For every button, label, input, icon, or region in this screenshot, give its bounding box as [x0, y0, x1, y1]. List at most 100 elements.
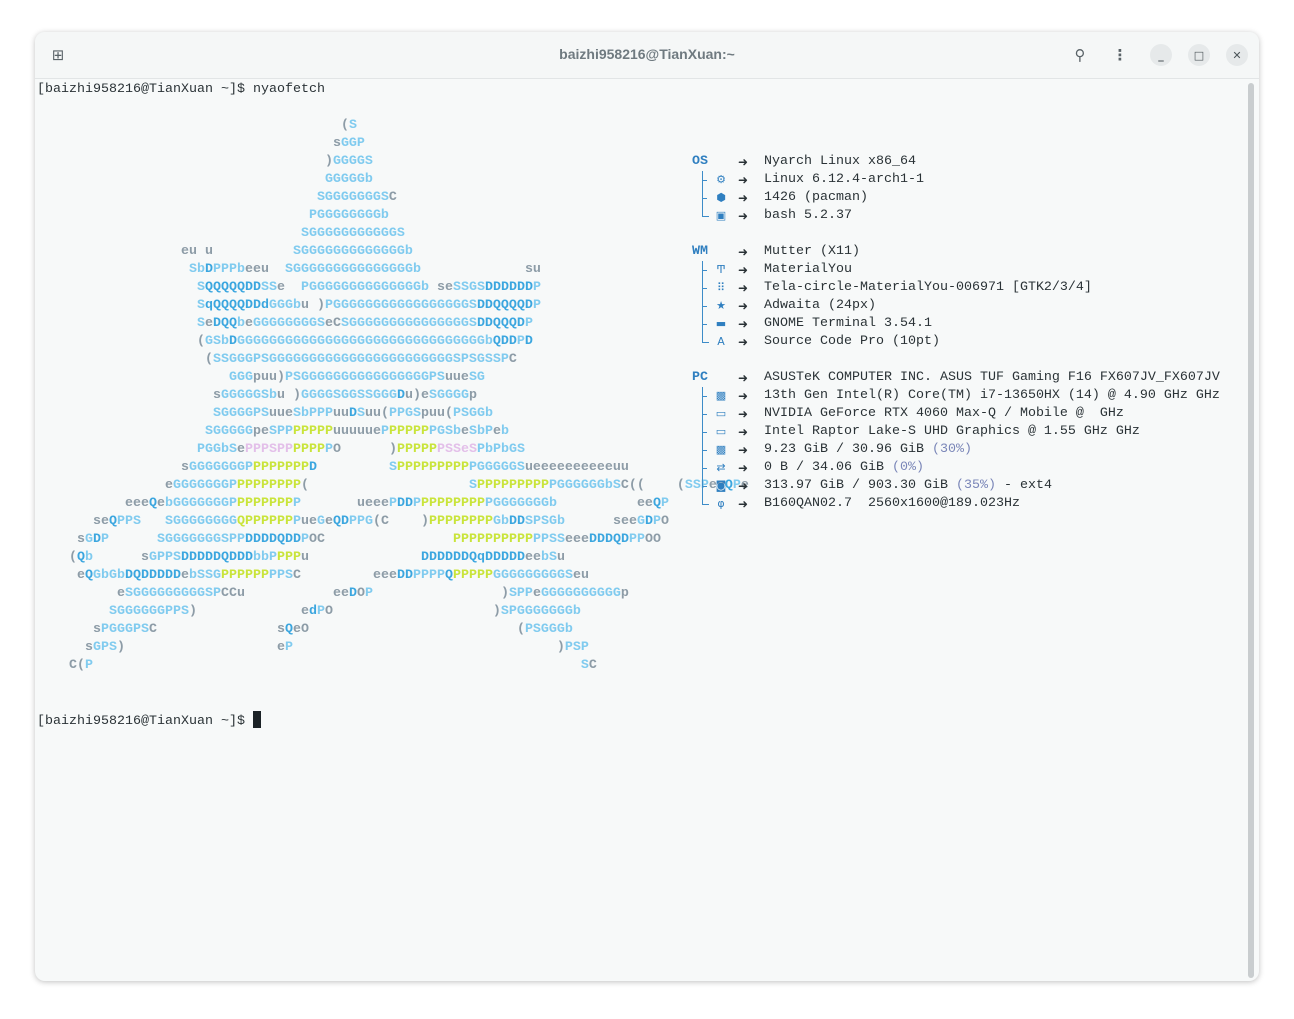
art-segment: GPPS: [149, 550, 181, 565]
art-segment: PSGGGb: [524, 622, 573, 637]
ascii-art-line: sGGGGGGGPPPPPPPPD SPPPPPPPPPPGGGGGSueeee…: [37, 459, 749, 477]
ascii-art-line: SGGGGGpeSPPPPPPPuuuuuePPPPPPPGSbeSbPeb: [37, 423, 749, 441]
info-value: MaterialYou: [764, 261, 852, 279]
art-segment: [37, 406, 213, 421]
art-segment: [333, 604, 493, 619]
grid-icon: ⠿: [716, 281, 726, 294]
art-segment: C: [388, 190, 397, 205]
arrow-icon: ➜: [738, 281, 749, 295]
ascii-art-line: eQGbGbDQDDDDDebSSGPPPPPPPPSC eeeDDPPPPQP…: [37, 567, 749, 585]
info-text: Tela-circle-MaterialYou-006971 [GTK2/3/4…: [764, 280, 1092, 295]
art-segment: SbPPP: [292, 406, 333, 421]
info-label: PC: [692, 370, 708, 385]
info-value: 13th Gen Intel(R) Core(TM) i7-13650HX (1…: [764, 387, 1220, 405]
art-segment: PPPPP: [388, 424, 429, 439]
art-segment: s: [180, 460, 189, 475]
art-segment: SG: [468, 370, 485, 385]
art-segment: GGGGGGGP: [188, 460, 253, 475]
art-segment: S: [196, 298, 205, 313]
art-segment: [157, 622, 277, 637]
art-segment: [37, 244, 181, 259]
art-segment: e: [244, 316, 253, 331]
art-segment: eu: [180, 244, 197, 259]
art-segment: P: [284, 640, 293, 655]
art-segment: e: [492, 424, 501, 439]
art-segment: [37, 640, 85, 655]
info-text: Adwaita (24px): [764, 298, 876, 313]
art-segment: [37, 460, 181, 475]
art-segment: PPPPPPP: [252, 460, 309, 475]
art-segment: GGGGGGGGS: [252, 316, 325, 331]
ascii-art-line: sGDP SGGGGGGGSPPDDDDQDDPOC PPPPPPPPPPPPS…: [37, 531, 749, 549]
art-segment: D: [348, 406, 357, 421]
art-segment: [309, 478, 469, 493]
terminal-content[interactable]: [baizhi958216@TianXuan ~]$ nyaofetch (S …: [0, 0, 1294, 1019]
art-segment: PPS: [117, 514, 141, 529]
art-segment: [37, 190, 317, 205]
current-prompt-line[interactable]: [baizhi958216@TianXuan ~]$: [37, 711, 261, 729]
info-text: 9.23 GiB / 30.96 GiB: [764, 442, 932, 457]
art-segment: P: [364, 586, 373, 601]
art-segment: [421, 262, 525, 277]
art-segment: eu: [572, 568, 589, 583]
terminal-icon: ▬: [715, 317, 727, 330]
art-segment: C: [508, 352, 517, 367]
art-segment: GGP: [340, 136, 365, 151]
art-segment: DD: [508, 514, 525, 529]
art-segment: [37, 208, 309, 223]
art-segment: S: [196, 316, 205, 331]
art-segment: PPPSPP: [244, 442, 293, 457]
art-segment: Q: [85, 568, 93, 583]
info-value: Tela-circle-MaterialYou-006971 [GTK2/3/4…: [764, 279, 1092, 297]
art-segment: puu(: [420, 406, 453, 421]
ascii-art-line: )GGGGS: [37, 153, 749, 171]
tree-connector: [702, 333, 709, 343]
art-segment: bS: [540, 550, 557, 565]
art-segment: [37, 514, 93, 529]
art-segment: [37, 334, 197, 349]
art-segment: [37, 262, 189, 277]
art-segment: S: [356, 406, 365, 421]
art-segment: b: [500, 424, 509, 439]
art-segment: O: [324, 604, 333, 619]
info-value: ASUSTeK COMPUTER INC. ASUS TUF Gaming F1…: [764, 370, 1220, 385]
art-segment: [37, 172, 325, 187]
star-icon: ★: [716, 299, 726, 312]
gpu-icon: ▭: [715, 425, 727, 438]
info-text: Linux 6.12.4-arch1-1: [764, 172, 924, 187]
art-segment: [245, 586, 333, 601]
art-segment: DQDDDDD: [125, 568, 181, 583]
art-segment: PPPP: [292, 442, 325, 457]
art-segment: G: [636, 514, 645, 529]
ascii-art-line: SbDPPPbeeu SGGGGGGGGGGGGGGGb su: [37, 261, 749, 279]
tree-connector: [702, 207, 709, 217]
art-segment: QPPPPPP: [236, 514, 293, 529]
art-segment: [37, 424, 205, 439]
art-segment: p: [468, 388, 477, 403]
art-segment: [93, 658, 581, 673]
art-segment: (: [340, 118, 349, 133]
art-segment: D: [204, 262, 213, 277]
art-segment: DDDDQDD: [244, 532, 301, 547]
ascii-art-line: eu u SGGGGGGGGGGGGGb: [37, 243, 749, 261]
art-segment: eee: [564, 532, 589, 547]
art-segment: se: [436, 280, 453, 295]
art-segment: (C: [372, 514, 389, 529]
art-segment: DDDDDDQqDDDDD: [420, 550, 525, 565]
art-segment: DDQQQD: [476, 316, 525, 331]
usage-percent: (35%): [955, 478, 996, 493]
art-segment: e: [164, 478, 173, 493]
art-segment: D: [93, 532, 101, 547]
tree-connector: [702, 261, 709, 279]
info-text: 313.97 GiB / 903.30 GiB: [764, 478, 956, 493]
art-segment: PPG: [348, 514, 373, 529]
art-segment: PSGGb: [452, 406, 493, 421]
tree-connector: [702, 459, 709, 477]
art-segment: SS: [260, 280, 277, 295]
art-segment: e: [532, 586, 541, 601]
tree-connector: [702, 405, 709, 423]
info-value: Intel Raptor Lake-S UHD Graphics @ 1.55 …: [764, 423, 1140, 441]
art-segment: [285, 280, 301, 295]
display-icon: φ: [717, 497, 725, 510]
art-segment: [565, 514, 613, 529]
